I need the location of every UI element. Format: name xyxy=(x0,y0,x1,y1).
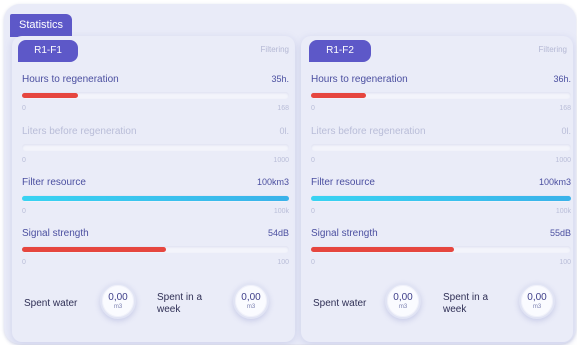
metric-value: 0l. xyxy=(279,126,289,136)
progress-track xyxy=(311,144,571,151)
metric-value: 0l. xyxy=(561,126,571,136)
metric-label: Liters before regeneration xyxy=(22,126,137,137)
metric-filter-resource: Filter resource 100km3 0 100k xyxy=(22,177,289,233)
metric-liters-before-regeneration: Liters before regeneration 0l. 0 1000 xyxy=(311,126,571,182)
progress-track xyxy=(22,144,289,151)
spent-week-gauge: 0,00 m3 xyxy=(233,283,269,319)
metric-max: 100 xyxy=(559,259,571,266)
metric-signal-strength: Signal strength 54dB 0 100 xyxy=(22,228,289,284)
gauge-unit: m3 xyxy=(398,304,408,310)
metric-min: 0 xyxy=(22,157,26,164)
metric-min: 0 xyxy=(311,208,315,215)
metric-filter-resource: Filter resource 100km3 0 100k xyxy=(311,177,571,233)
progress-fill xyxy=(311,196,571,201)
filter-panel-r1-f1: R1-F1 Filtering Hours to regeneration 35… xyxy=(12,36,295,342)
spent-week-label: Spent in a week xyxy=(157,292,203,315)
spent-water-gauge: 0,00 m3 xyxy=(100,283,136,319)
spent-week-gauge: 0,00 m3 xyxy=(519,283,555,319)
metric-value: 100km3 xyxy=(538,177,571,187)
filter-panel-r1-f2: R1-F2 Filtering Hours to regeneration 36… xyxy=(301,36,573,342)
spent-water-gauge: 0,00 m3 xyxy=(385,283,421,319)
progress-track xyxy=(22,246,289,253)
metric-value: 54dB xyxy=(267,228,289,238)
progress-fill xyxy=(311,247,454,252)
gauge-unit: m3 xyxy=(113,304,123,310)
filter-status: Filtering xyxy=(538,45,567,54)
metric-min: 0 xyxy=(311,157,315,164)
progress-track xyxy=(311,246,571,253)
metric-value: 100km3 xyxy=(256,177,289,187)
progress-track xyxy=(22,195,289,202)
progress-fill xyxy=(311,93,366,98)
metric-label: Signal strength xyxy=(22,228,89,239)
metric-label: Signal strength xyxy=(311,228,378,239)
gauge-unit: m3 xyxy=(246,304,256,310)
metric-min: 0 xyxy=(311,259,315,266)
metric-min: 0 xyxy=(22,105,26,112)
filter-tab-r1-f2[interactable]: R1-F2 xyxy=(309,40,371,62)
statistics-tab[interactable]: Statistics xyxy=(10,14,73,37)
spent-week-label: Spent in a week xyxy=(443,292,489,315)
spent-water-label: Spent water xyxy=(313,298,367,309)
metric-max: 100 xyxy=(277,259,289,266)
metric-label: Hours to regeneration xyxy=(22,74,119,85)
progress-track xyxy=(311,92,571,99)
metric-max: 100k xyxy=(273,208,289,215)
metric-label: Liters before regeneration xyxy=(311,126,426,137)
metric-max: 168 xyxy=(277,105,289,112)
metric-label: Filter resource xyxy=(311,177,375,188)
metric-label: Filter resource xyxy=(22,177,86,188)
filter-status: Filtering xyxy=(260,45,289,54)
progress-fill xyxy=(22,247,167,252)
metric-min: 0 xyxy=(22,208,26,215)
metric-value: 36h. xyxy=(553,74,571,84)
gauge-value: 0,00 xyxy=(393,292,413,303)
gauge-value: 0,00 xyxy=(241,292,261,303)
metric-max: 100k xyxy=(555,208,571,215)
metric-signal-strength: Signal strength 55dB 0 100 xyxy=(311,228,571,284)
metric-hours-to-regeneration: Hours to regeneration 35h. 0 168 xyxy=(22,74,289,130)
metric-hours-to-regeneration: Hours to regeneration 36h. 0 168 xyxy=(311,74,571,130)
metric-min: 0 xyxy=(311,105,315,112)
gauge-value: 0,00 xyxy=(527,292,547,303)
gauge-value: 0,00 xyxy=(108,292,128,303)
consumption-row: Spent water 0,00 m3 Spent in a week 0,00… xyxy=(311,279,563,327)
metric-max: 1000 xyxy=(555,157,571,164)
progress-fill xyxy=(22,93,79,98)
gauge-unit: m3 xyxy=(532,304,542,310)
metric-value: 35h. xyxy=(271,74,289,84)
metric-liters-before-regeneration: Liters before regeneration 0l. 0 1000 xyxy=(22,126,289,182)
filter-tab-r1-f1[interactable]: R1-F1 xyxy=(18,40,78,62)
metric-value: 55dB xyxy=(549,228,571,238)
metric-max: 168 xyxy=(559,105,571,112)
progress-track xyxy=(311,195,571,202)
progress-track xyxy=(22,92,289,99)
metric-min: 0 xyxy=(22,259,26,266)
metric-max: 1000 xyxy=(273,157,289,164)
spent-water-label: Spent water xyxy=(24,298,78,309)
metric-label: Hours to regeneration xyxy=(311,74,408,85)
consumption-row: Spent water 0,00 m3 Spent in a week 0,00… xyxy=(22,279,285,327)
progress-fill xyxy=(22,196,289,201)
